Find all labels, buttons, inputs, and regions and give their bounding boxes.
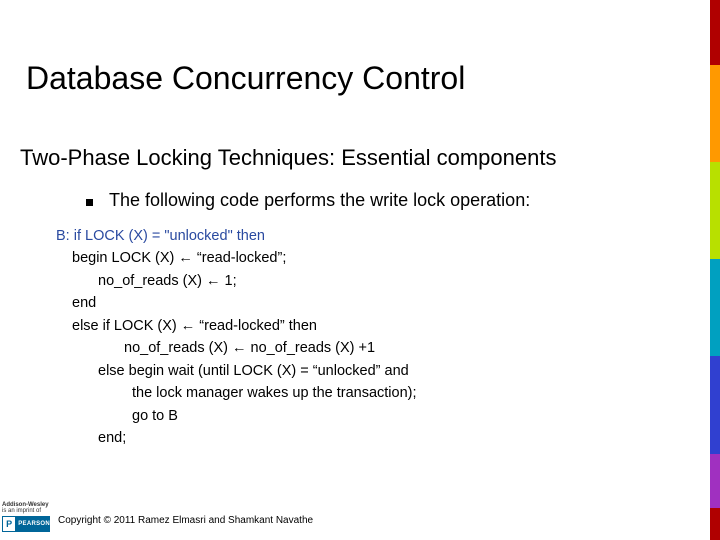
side-stripe xyxy=(710,0,720,540)
bullet-item: The following code performs the write lo… xyxy=(86,190,530,211)
code-line: go to B xyxy=(56,405,417,427)
logo-box: P PEARSON xyxy=(2,516,50,532)
logo-letter: P xyxy=(3,517,15,531)
code-line: else if LOCK (X) ← “read-locked” then xyxy=(56,315,417,337)
code-line: else begin wait (until LOCK (X) = “unloc… xyxy=(56,360,417,382)
publisher-logo: Addison-Wesley is an imprint of P PEARSO… xyxy=(2,502,54,532)
code-line: end xyxy=(56,292,417,314)
logo-brand: PEARSON xyxy=(18,521,50,527)
copyright-footer: Copyright © 2011 Ramez Elmasri and Shamk… xyxy=(58,515,313,526)
logo-text-sub: is an imprint of xyxy=(2,508,54,514)
slide-subtitle: Two-Phase Locking Techniques: Essential … xyxy=(20,145,556,171)
bullet-text: The following code performs the write lo… xyxy=(109,190,530,211)
code-line: no_of_reads (X) ← no_of_reads (X) +1 xyxy=(56,337,417,359)
code-line: end; xyxy=(56,427,417,449)
bullet-icon xyxy=(86,199,93,206)
slide: Database Concurrency Control Two-Phase L… xyxy=(0,0,720,540)
slide-title: Database Concurrency Control xyxy=(26,60,465,97)
code-line: no_of_reads (X) ← 1; xyxy=(56,270,417,292)
code-line: B: if LOCK (X) = "unlocked" then xyxy=(56,225,417,247)
code-block: B: if LOCK (X) = "unlocked" then begin L… xyxy=(56,225,417,450)
code-line: the lock manager wakes up the transactio… xyxy=(56,382,417,404)
code-line: begin LOCK (X) ← “read-locked”; xyxy=(56,247,417,269)
